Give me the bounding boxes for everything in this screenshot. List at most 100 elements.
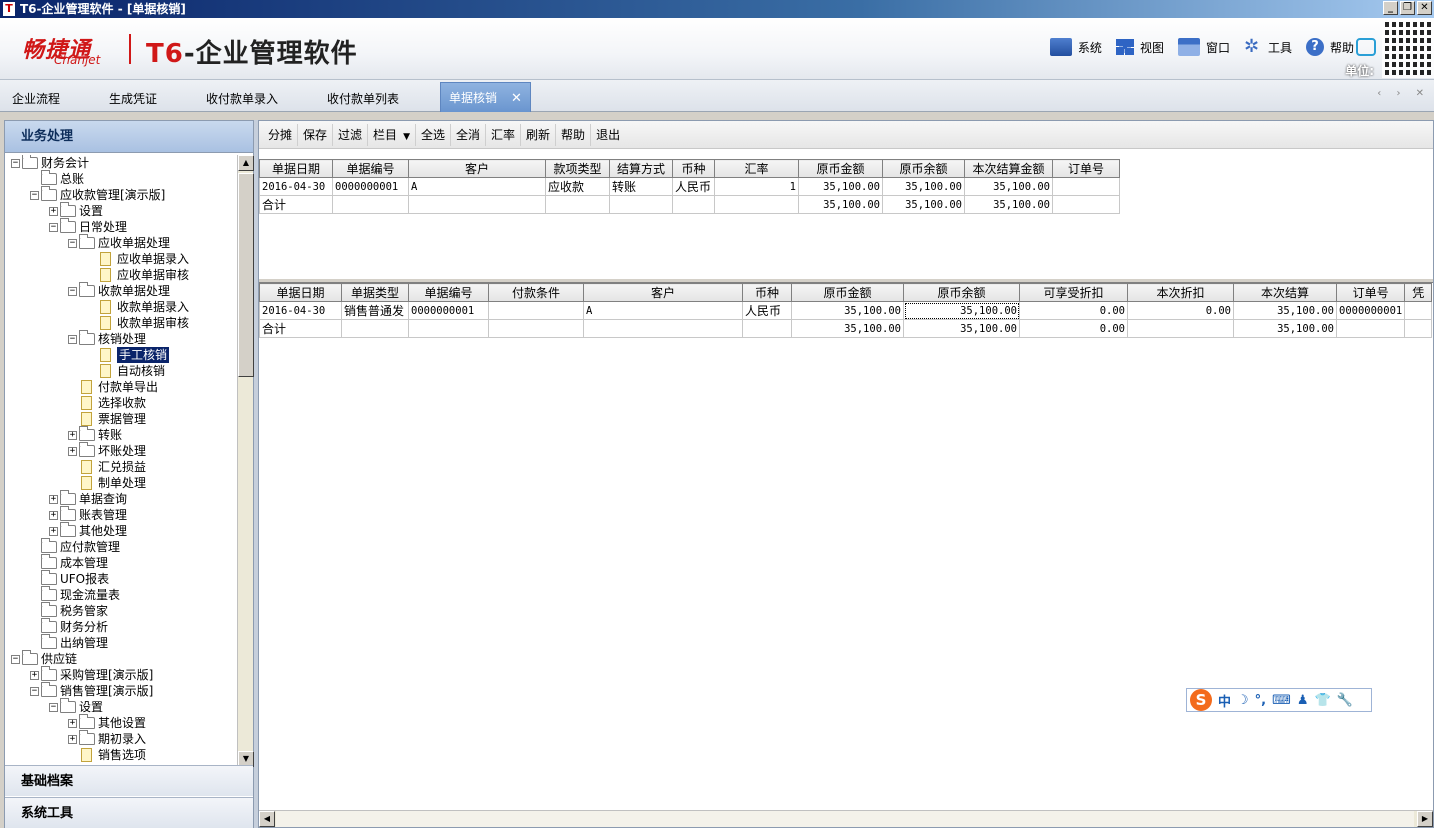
select-all-button[interactable]: 全选 bbox=[416, 123, 451, 146]
collapse-icon[interactable]: − bbox=[11, 654, 20, 664]
table-cell[interactable]: 0.00 bbox=[1019, 301, 1128, 320]
tree-item[interactable]: − 销售管理[演示版] bbox=[30, 682, 153, 699]
tree-item[interactable]: + 设置 bbox=[49, 202, 103, 219]
collapse-icon[interactable]: − bbox=[68, 238, 77, 248]
tab-enterprise-flow[interactable]: 企业流程 bbox=[12, 86, 60, 112]
tree-item[interactable]: − 核销处理 bbox=[68, 330, 146, 347]
tree-item[interactable]: + 坏账处理 bbox=[68, 442, 146, 459]
column-header[interactable]: 款项类型 bbox=[545, 159, 610, 178]
tree-item[interactable]: 销售选项 bbox=[68, 747, 146, 763]
settings-wrench-icon[interactable]: 🔧 bbox=[1337, 693, 1353, 708]
table-cell[interactable]: 0000000001 bbox=[332, 177, 409, 196]
ime-chinese-mode[interactable]: 中 bbox=[1218, 691, 1231, 710]
column-header[interactable]: 单据类型 bbox=[341, 283, 409, 302]
chat-icon[interactable] bbox=[1356, 38, 1376, 56]
table-cell[interactable]: 35,100.00 bbox=[798, 177, 883, 196]
dropdown-arrow-icon[interactable]: ▼ bbox=[403, 132, 410, 142]
refresh-button[interactable]: 刷新 bbox=[521, 123, 557, 146]
column-header[interactable]: 单据编号 bbox=[332, 159, 409, 178]
tree-item[interactable]: 总账 bbox=[30, 170, 84, 187]
scroll-left-icon[interactable]: ◀ bbox=[259, 811, 275, 827]
table-cell[interactable]: 35,100.00 bbox=[903, 301, 1020, 320]
menu-system[interactable]: 系统 bbox=[1049, 38, 1102, 56]
column-header[interactable]: 原币金额 bbox=[798, 159, 883, 178]
punctuation-icon[interactable]: °, bbox=[1255, 693, 1266, 708]
column-header[interactable]: 本次结算 bbox=[1233, 283, 1337, 302]
menu-help[interactable]: ? 帮助 bbox=[1305, 38, 1354, 56]
table-cell[interactable] bbox=[1404, 301, 1433, 320]
collapse-icon[interactable]: − bbox=[11, 158, 20, 168]
table-cell[interactable]: 2016-04-30 bbox=[259, 177, 333, 196]
expand-icon[interactable]: + bbox=[68, 446, 77, 456]
hscroll-track[interactable] bbox=[276, 811, 1414, 827]
expand-icon[interactable]: + bbox=[68, 718, 77, 728]
column-header[interactable]: 币种 bbox=[672, 159, 715, 178]
skin-icon[interactable]: 👕 bbox=[1315, 693, 1331, 708]
tab-nav-arrows[interactable]: ‹ › ✕ bbox=[1377, 88, 1430, 99]
menu-view[interactable]: 视图 bbox=[1115, 38, 1164, 56]
tab-receipt-entry[interactable]: 收付款单录入 bbox=[206, 86, 278, 112]
column-header[interactable]: 客户 bbox=[583, 283, 743, 302]
tree-item[interactable]: − 收款单据处理 bbox=[68, 282, 170, 299]
tree-item[interactable]: 财务分析 bbox=[30, 618, 108, 635]
column-header[interactable]: 本次折扣 bbox=[1127, 283, 1234, 302]
close-button[interactable]: ✕ bbox=[1417, 1, 1432, 15]
table-cell[interactable] bbox=[488, 319, 584, 338]
expand-icon[interactable]: + bbox=[30, 670, 39, 680]
scroll-right-icon[interactable]: ▶ bbox=[1417, 811, 1433, 827]
tree-item[interactable]: + 采购管理[演示版] bbox=[30, 666, 153, 683]
column-header[interactable]: 本次结算金额 bbox=[964, 159, 1053, 178]
table-cell[interactable]: A bbox=[583, 301, 743, 320]
column-header[interactable]: 单据日期 bbox=[259, 283, 342, 302]
table-cell[interactable]: 35,100.00 bbox=[791, 319, 904, 338]
collapse-icon[interactable]: − bbox=[49, 702, 58, 712]
tree-item[interactable]: + 单据查询 bbox=[49, 490, 127, 507]
tree-item[interactable]: 税务管家 bbox=[30, 602, 108, 619]
collapse-icon[interactable]: − bbox=[30, 190, 39, 200]
table-cell[interactable]: 人民币 bbox=[672, 177, 715, 196]
table-row[interactable]: 合计 35,100.00 35,100.00 0.00 35,100.00 bbox=[259, 319, 1433, 338]
exchange-rate-button[interactable]: 汇率 bbox=[486, 123, 522, 146]
table-cell[interactable]: 合计 bbox=[259, 195, 333, 214]
expand-icon[interactable]: + bbox=[49, 206, 58, 216]
table-cell[interactable] bbox=[408, 319, 489, 338]
table-cell[interactable]: A bbox=[408, 177, 546, 196]
table-cell[interactable] bbox=[609, 195, 673, 214]
tree-item[interactable]: 制单处理 bbox=[68, 475, 146, 491]
column-header[interactable]: 汇率 bbox=[714, 159, 799, 178]
tree-item[interactable]: − 供应链 bbox=[11, 650, 77, 667]
table-cell[interactable] bbox=[1335, 319, 1406, 338]
tree-item[interactable]: − 日常处理 bbox=[49, 218, 127, 235]
table-cell[interactable]: 销售普通发 bbox=[341, 301, 409, 320]
table-cell[interactable] bbox=[583, 319, 743, 338]
tree-item[interactable]: − 应收单据处理 bbox=[68, 234, 170, 251]
column-header[interactable]: 可享受折扣 bbox=[1019, 283, 1128, 302]
expand-icon[interactable]: + bbox=[68, 430, 77, 440]
tree-item[interactable]: − 设置 bbox=[49, 698, 103, 715]
table-row[interactable]: 合计 35,100.00 35,100.00 35,100.00 bbox=[259, 195, 1120, 214]
table-cell[interactable] bbox=[488, 301, 584, 320]
restore-button[interactable]: ❐ bbox=[1400, 1, 1415, 15]
table-cell[interactable]: 人民币 bbox=[742, 301, 792, 320]
column-header[interactable]: 原币余额 bbox=[882, 159, 965, 178]
tree-item[interactable]: 应付款管理 bbox=[30, 538, 120, 555]
table-cell[interactable] bbox=[408, 195, 546, 214]
tree-item[interactable]: + 转账 bbox=[68, 426, 122, 443]
table-cell[interactable]: 35,100.00 bbox=[798, 195, 883, 214]
column-header[interactable]: 结算方式 bbox=[609, 159, 673, 178]
table-cell[interactable]: 应收款 bbox=[545, 177, 610, 196]
table-cell[interactable]: 合计 bbox=[259, 319, 342, 338]
table-cell[interactable]: 35,100.00 bbox=[1233, 301, 1337, 320]
column-header[interactable]: 原币金额 bbox=[791, 283, 904, 302]
expand-icon[interactable]: + bbox=[49, 526, 58, 536]
tree-item[interactable]: 自动核销 bbox=[87, 363, 165, 379]
table-cell[interactable]: 35,100.00 bbox=[882, 195, 965, 214]
table-cell[interactable] bbox=[672, 195, 715, 214]
table-cell[interactable]: 0000000001 bbox=[1335, 301, 1406, 320]
tree-item[interactable]: 出纳管理 bbox=[30, 634, 108, 651]
table-cell[interactable]: 0.00 bbox=[1127, 301, 1234, 320]
column-header[interactable]: 币种 bbox=[742, 283, 792, 302]
section-system-tools[interactable]: 系统工具 bbox=[5, 797, 253, 828]
deselect-all-button[interactable]: 全消 bbox=[451, 123, 487, 146]
expand-icon[interactable]: + bbox=[68, 734, 77, 744]
